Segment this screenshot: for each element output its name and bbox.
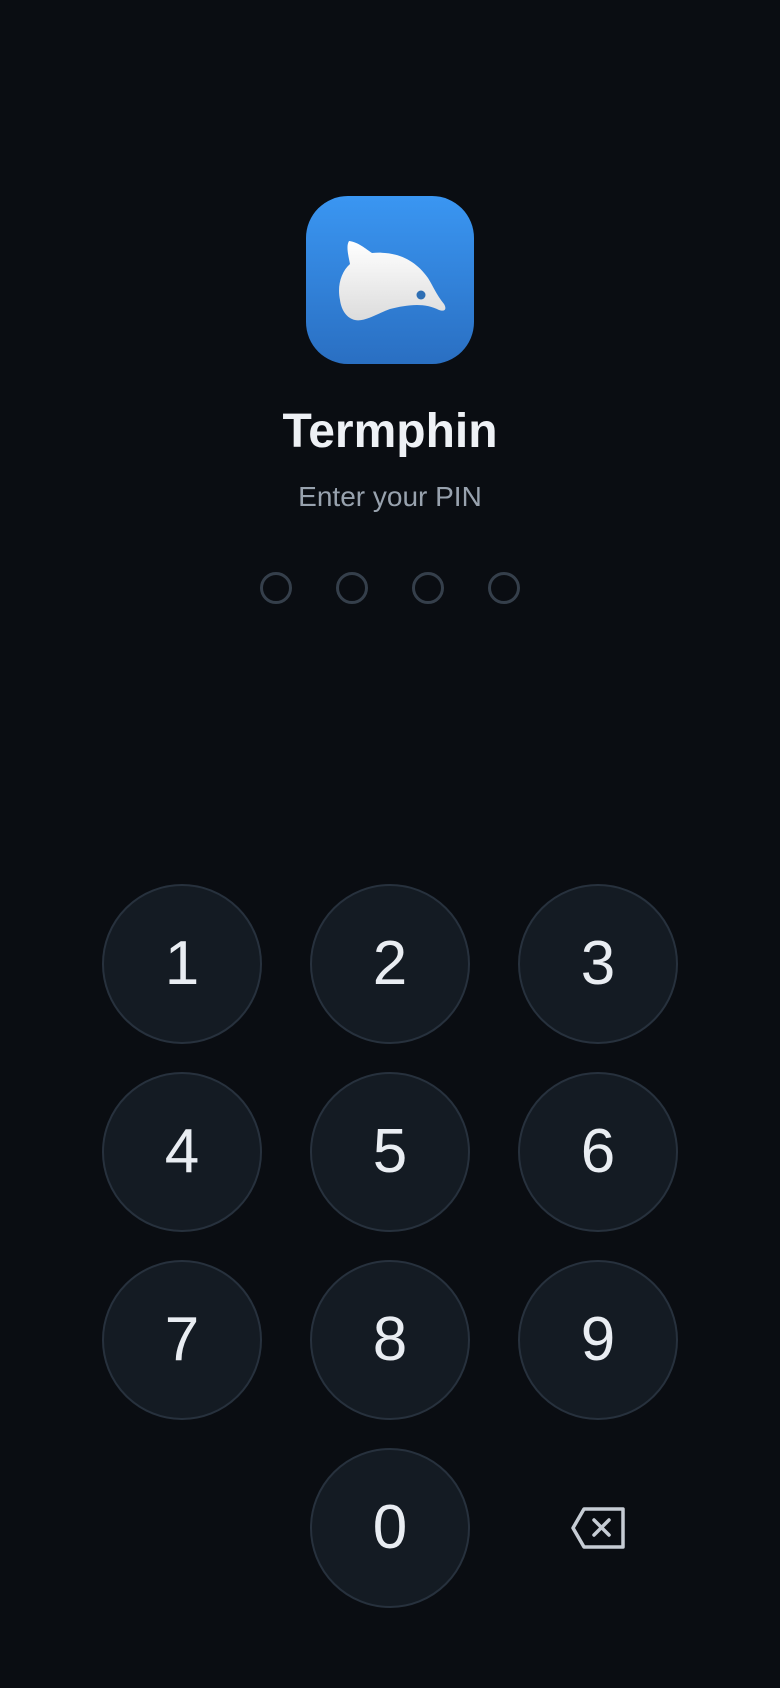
pin-dot	[336, 572, 368, 604]
dolphin-icon	[339, 241, 446, 321]
app-title: Termphin	[282, 405, 498, 458]
pin-indicator	[0, 572, 780, 604]
backspace-button[interactable]	[519, 1448, 679, 1608]
key-2[interactable]: 2	[310, 884, 470, 1044]
key-1[interactable]: 1	[102, 884, 262, 1044]
pin-dot	[412, 572, 444, 604]
key-8[interactable]: 8	[310, 1260, 470, 1420]
backspace-icon	[571, 1507, 625, 1549]
key-7[interactable]: 7	[102, 1260, 262, 1420]
key-3[interactable]: 3	[518, 884, 678, 1044]
pin-prompt: Enter your PIN	[298, 481, 482, 512]
key-9[interactable]: 9	[518, 1260, 678, 1420]
key-6[interactable]: 6	[518, 1072, 678, 1232]
pin-dot	[488, 572, 520, 604]
app-icon	[306, 196, 474, 364]
pin-dot	[260, 572, 292, 604]
key-4[interactable]: 4	[102, 1072, 262, 1232]
key-0[interactable]: 0	[310, 1448, 470, 1608]
key-5[interactable]: 5	[310, 1072, 470, 1232]
